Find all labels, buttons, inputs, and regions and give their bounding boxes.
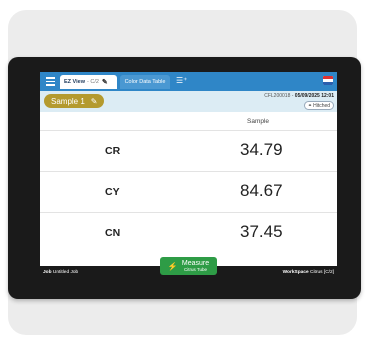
bolt-icon: ⚡ xyxy=(167,261,178,271)
tab-color-data-table[interactable]: Color Data Table xyxy=(120,75,170,89)
workspace-label: WorkSpace xyxy=(282,269,309,275)
measure-button[interactable]: ⚡ Measure Citrus Tube xyxy=(160,257,217,275)
hitched-badge[interactable]: ⚭ Hitched xyxy=(304,101,334,110)
tablet-device: EZ View - C/2 ✎ Color Data Table ☰⁺ Samp… xyxy=(8,57,361,299)
workspace-value: Citrus [C/2] xyxy=(310,269,334,275)
workspace-info: WorkSpace Citrus [C/2] xyxy=(283,270,334,275)
table-row[interactable]: CY 84.67 xyxy=(40,171,337,212)
tab-color-data-table-label: Color Data Table xyxy=(124,79,166,85)
pencil-icon: ✎ xyxy=(90,96,98,106)
row-label: CR xyxy=(105,145,121,157)
tab-ez-view[interactable]: EZ View - C/2 ✎ xyxy=(60,75,117,89)
app-screen: EZ View - C/2 ✎ Color Data Table ☰⁺ Samp… xyxy=(40,72,337,278)
job-label: Job xyxy=(43,269,52,275)
tab-ez-view-sub: - C/2 xyxy=(87,79,99,85)
measure-sub-label: Citrus Tube xyxy=(183,266,207,272)
table-row[interactable]: CR 34.79 xyxy=(40,130,337,171)
job-value: Untitled Job xyxy=(52,269,79,275)
menu-icon[interactable] xyxy=(46,77,55,86)
job-info: Job Untitled Job xyxy=(43,270,78,275)
row-value: 34.79 xyxy=(240,140,283,159)
sample-header: Sample 1 ✎ CFL200018 - 05/09/2025 12:01 … xyxy=(40,91,337,112)
measure-label: Measure xyxy=(181,259,210,267)
sample-name-label: Sample 1 xyxy=(51,96,85,106)
table-row[interactable]: CN 37.45 xyxy=(40,212,337,253)
hitched-label: Hitched xyxy=(313,102,331,109)
row-label: CN xyxy=(105,227,121,239)
row-label: CY xyxy=(105,186,120,198)
link-icon: ⚭ xyxy=(307,102,313,109)
add-tab-icon[interactable]: ☰⁺ xyxy=(176,76,187,85)
sample-name-button[interactable]: Sample 1 ✎ xyxy=(44,94,104,108)
tab-ez-view-label: EZ View xyxy=(64,79,85,85)
row-value: 84.67 xyxy=(240,181,283,200)
flag-icon[interactable] xyxy=(323,76,333,85)
row-value: 37.45 xyxy=(240,222,283,241)
top-bar: EZ View - C/2 ✎ Color Data Table ☰⁺ xyxy=(40,72,337,91)
column-header-sample: Sample xyxy=(247,118,270,125)
instrument-timestamp: CFL200018 - 05/09/2025 12:01 xyxy=(264,93,334,99)
pencil-icon[interactable]: ✎ xyxy=(102,78,108,86)
timestamp: 05/09/2025 12:01 xyxy=(294,93,334,99)
column-header: Sample xyxy=(40,112,337,130)
instrument-id: CFL200018 - xyxy=(264,93,295,99)
